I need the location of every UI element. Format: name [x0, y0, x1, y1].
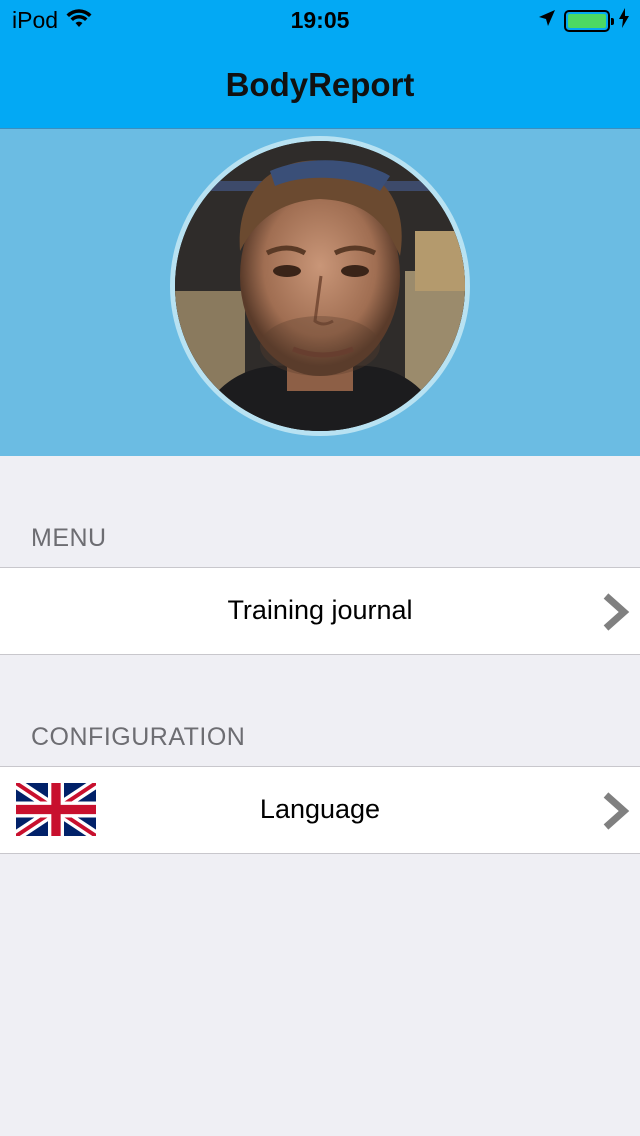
battery-icon [564, 9, 614, 32]
menu-item-label: Training journal [227, 595, 413, 625]
chevron-right-icon [603, 792, 630, 830]
navigation-bar: BodyReport [0, 40, 640, 129]
section-header-menu: MENU [31, 524, 107, 552]
profile-header [0, 129, 640, 456]
status-right [538, 8, 630, 33]
avatar[interactable] [170, 136, 470, 436]
location-arrow-icon [538, 9, 556, 32]
user-avatar-photo [175, 141, 465, 431]
page-title: BodyReport [225, 66, 415, 103]
chevron-right-icon [603, 593, 630, 631]
config-item-label: Language [259, 794, 381, 824]
config-item-language[interactable]: Language [0, 766, 640, 854]
status-bar: iPod 19:05 [0, 0, 640, 40]
section-header-configuration: CONFIGURATION [31, 723, 246, 751]
menu-item-training-journal[interactable]: Training journal [0, 567, 640, 655]
charging-bolt-icon [618, 8, 630, 33]
